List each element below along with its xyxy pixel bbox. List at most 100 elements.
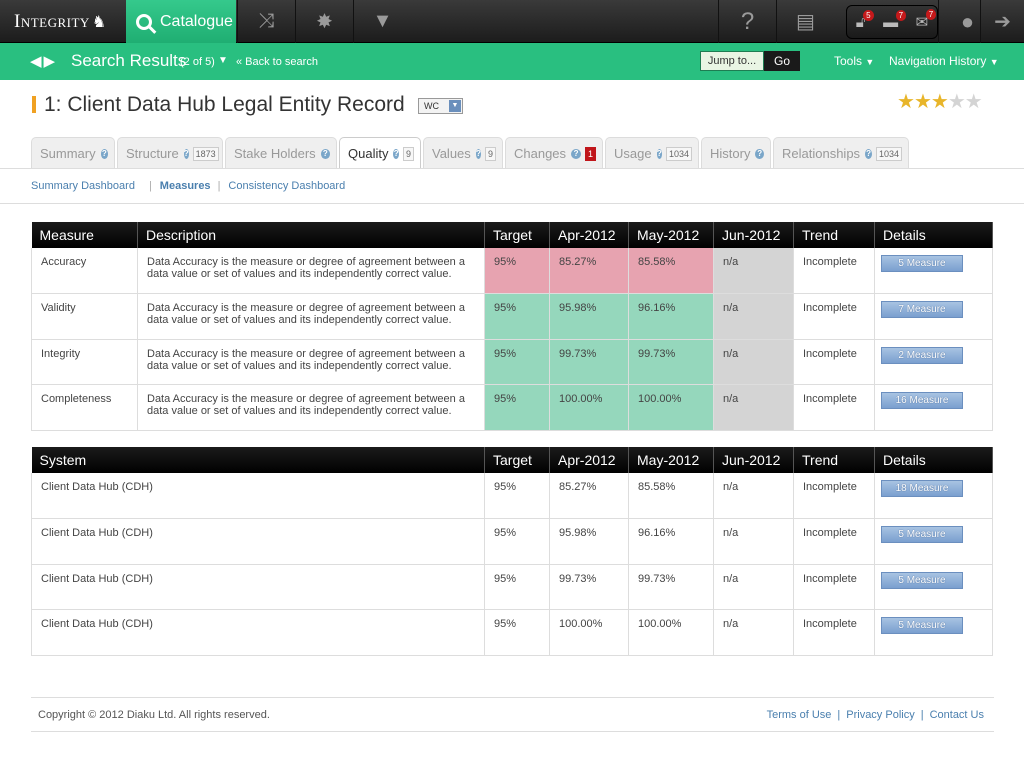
contact-link[interactable]: Contact Us bbox=[930, 709, 984, 721]
mail-icon[interactable]: ✉ 7 bbox=[916, 9, 937, 31]
lock-icon[interactable]: 🔓︎ 5 bbox=[856, 9, 874, 31]
wc-selector[interactable]: WC ▼ bbox=[418, 98, 463, 114]
col-header-details[interactable]: Details bbox=[874, 222, 993, 248]
summary-dashboard-link[interactable]: Summary Dashboard bbox=[31, 180, 135, 192]
tab-count: 9 bbox=[402, 146, 414, 161]
triangle-down-icon[interactable]: ▼ bbox=[353, 0, 411, 43]
col-header-measure[interactable]: Measure bbox=[31, 222, 138, 248]
help-icon[interactable]: ? bbox=[865, 148, 872, 159]
help-icon[interactable]: ? bbox=[183, 148, 189, 159]
link-separator: | bbox=[837, 709, 841, 721]
col-header-trend[interactable]: Trend bbox=[793, 447, 875, 473]
measure-details-button[interactable]: 7 Measure bbox=[881, 301, 963, 318]
tab-summary[interactable]: Summary? bbox=[31, 137, 115, 169]
tab-label: Usage bbox=[614, 146, 652, 161]
chat-icon[interactable]: ▬ 7 bbox=[883, 9, 907, 31]
col-header-details[interactable]: Details bbox=[874, 447, 993, 473]
quality-subnav: Summary Dashboard | Measures | Consisten… bbox=[31, 180, 345, 192]
consistency-dashboard-link[interactable]: Consistency Dashboard bbox=[228, 180, 345, 192]
tab-quality[interactable]: Quality? 9 bbox=[339, 137, 421, 169]
system-name: Client Data Hub (CDH) bbox=[31, 473, 485, 519]
col-header-target[interactable]: Target bbox=[484, 447, 550, 473]
navigation-history-menu[interactable]: Navigation History ▼ bbox=[889, 54, 999, 68]
measure-details-button[interactable]: 5 Measure bbox=[881, 617, 963, 634]
col-header-may[interactable]: May-2012 bbox=[628, 447, 714, 473]
col-header-may[interactable]: May-2012 bbox=[628, 222, 714, 248]
prev-next-arrows[interactable]: ◀▶ bbox=[30, 52, 57, 70]
tab-stake-holders[interactable]: Stake Holders? bbox=[225, 137, 337, 169]
next-arrow-icon[interactable]: ▶ bbox=[44, 53, 58, 70]
help-icon[interactable]: ? bbox=[755, 148, 764, 159]
star-icon[interactable]: ★ bbox=[897, 91, 915, 113]
star-icon[interactable]: ★ bbox=[931, 91, 949, 113]
help-icon[interactable]: ? bbox=[393, 148, 399, 159]
measure-details-button[interactable]: 2 Measure bbox=[881, 346, 963, 364]
target-cell: 95% bbox=[484, 473, 550, 519]
target-cell: 95% bbox=[484, 293, 550, 340]
measure-details-button[interactable]: 5 Measure bbox=[881, 255, 963, 272]
star-icon[interactable]: ★ bbox=[914, 91, 932, 113]
tab-label: Quality bbox=[348, 146, 389, 161]
jun-cell: n/a bbox=[713, 384, 794, 431]
details-cell: 5 Measure bbox=[874, 609, 993, 656]
table-header-row: System Target Apr-2012 May-2012 Jun-2012… bbox=[31, 447, 993, 473]
prev-arrow-icon[interactable]: ◀ bbox=[30, 53, 44, 70]
col-header-trend[interactable]: Trend bbox=[793, 222, 875, 248]
go-button[interactable]: Go bbox=[764, 51, 800, 71]
chevron-down-icon[interactable]: ▼ bbox=[218, 55, 228, 66]
measures-link[interactable]: Measures bbox=[160, 180, 211, 192]
tab-usage[interactable]: Usage? 1034 bbox=[605, 137, 699, 169]
help-icon[interactable]: ? bbox=[100, 148, 108, 159]
tab-values[interactable]: Values? 9 bbox=[423, 137, 503, 169]
measure-details-button[interactable]: 5 Measure bbox=[881, 571, 963, 589]
measure-details-button[interactable]: 18 Measure bbox=[881, 480, 963, 497]
back-to-search-link[interactable]: « Back to search bbox=[236, 56, 318, 68]
shuffle-icon[interactable]: ⤨ bbox=[237, 0, 295, 43]
jump-to-input[interactable]: Jump to... bbox=[700, 51, 764, 71]
catalogue-button[interactable]: Catalogue bbox=[126, 0, 236, 43]
table-header-row: Measure Description Target Apr-2012 May-… bbox=[31, 222, 993, 248]
tab-label: Relationships bbox=[782, 146, 861, 161]
col-header-apr[interactable]: Apr-2012 bbox=[549, 222, 629, 248]
table-row: Client Data Hub (CDH) 95% 85.27% 85.58% … bbox=[31, 473, 993, 519]
tab-changes[interactable]: Changes? 1 bbox=[505, 137, 603, 169]
tab-structure[interactable]: Structure? 1873 bbox=[117, 137, 223, 169]
star-icon[interactable]: ★ bbox=[948, 91, 966, 113]
footer-bottom-divider bbox=[31, 731, 994, 732]
logo-text: Integrity bbox=[14, 11, 90, 32]
logout-icon[interactable]: ➔ bbox=[980, 0, 1024, 43]
col-header-description[interactable]: Description bbox=[137, 222, 485, 248]
burst-icon[interactable]: ✸ bbox=[295, 0, 353, 43]
help-icon[interactable]: ? bbox=[656, 148, 662, 159]
tools-menu[interactable]: Tools ▼ bbox=[834, 54, 874, 68]
terms-link[interactable]: Terms of Use bbox=[767, 709, 832, 721]
trend-cell: Incomplete bbox=[793, 473, 875, 519]
tab-history[interactable]: History? bbox=[701, 137, 771, 169]
id-card-icon[interactable]: ▤ bbox=[776, 0, 834, 43]
help-icon[interactable]: ? bbox=[571, 148, 581, 159]
col-header-apr[interactable]: Apr-2012 bbox=[549, 447, 629, 473]
col-header-system[interactable]: System bbox=[31, 447, 485, 473]
col-header-jun[interactable]: Jun-2012 bbox=[713, 447, 794, 473]
app-logo[interactable]: Integrity ♞ bbox=[14, 11, 107, 33]
navigation-history-label: Navigation History bbox=[889, 54, 987, 68]
help-icon[interactable]: ? bbox=[475, 148, 481, 159]
star-rating[interactable]: ★★★★★ bbox=[897, 89, 983, 114]
table-row: Client Data Hub (CDH) 95% 99.73% 99.73% … bbox=[31, 564, 993, 610]
target-cell: 95% bbox=[484, 518, 550, 565]
privacy-link[interactable]: Privacy Policy bbox=[846, 709, 914, 721]
measure-details-button[interactable]: 5 Measure bbox=[881, 526, 963, 543]
star-icon[interactable]: ★ bbox=[965, 91, 983, 113]
col-header-target[interactable]: Target bbox=[484, 222, 550, 248]
subnav-separator: | bbox=[217, 180, 221, 192]
tab-relationships[interactable]: Relationships? 1034 bbox=[773, 137, 909, 169]
may-cell: 85.58% bbox=[628, 248, 714, 294]
system-name: Client Data Hub (CDH) bbox=[31, 564, 485, 610]
measure-details-button[interactable]: 16 Measure bbox=[881, 392, 963, 409]
help-icon[interactable]: ? bbox=[320, 148, 330, 159]
col-header-jun[interactable]: Jun-2012 bbox=[713, 222, 794, 248]
target-cell: 95% bbox=[484, 384, 550, 431]
may-cell: 96.16% bbox=[628, 518, 714, 565]
help-icon[interactable]: ? bbox=[718, 0, 776, 43]
trend-cell: Incomplete bbox=[793, 384, 875, 431]
